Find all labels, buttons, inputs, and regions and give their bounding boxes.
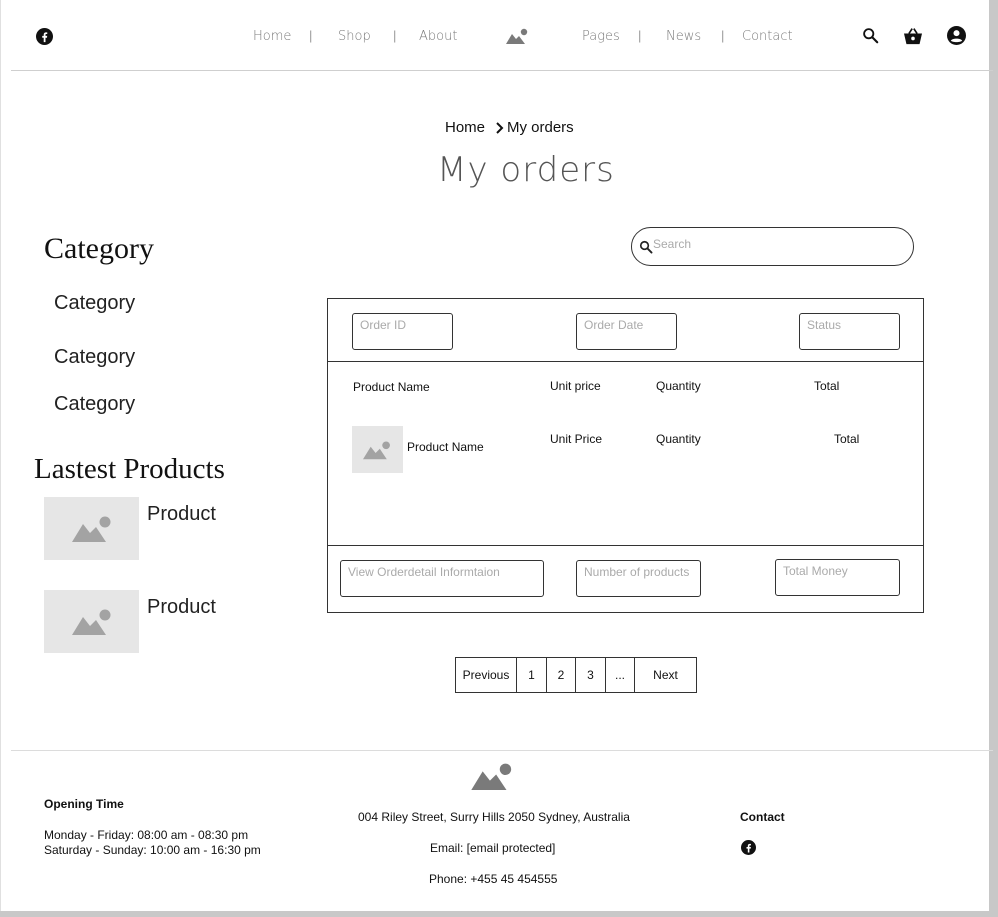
footer-email[interactable]: Email: [email protected] bbox=[430, 841, 555, 855]
logo-icon[interactable] bbox=[506, 28, 528, 44]
facebook-icon[interactable] bbox=[741, 840, 756, 855]
nav-pages[interactable]: Pages bbox=[582, 29, 620, 44]
search-icon[interactable] bbox=[862, 27, 879, 44]
opening-weekend: Saturday - Sunday: 10:00 am - 16:30 pm bbox=[44, 843, 261, 857]
account-circle-icon[interactable] bbox=[947, 26, 966, 45]
nav-about[interactable]: About bbox=[419, 29, 457, 44]
category-heading: Category bbox=[44, 232, 154, 265]
column-header-product-name: Product Name bbox=[353, 380, 430, 394]
image-placeholder-icon bbox=[363, 441, 390, 460]
image-placeholder-icon bbox=[72, 516, 111, 542]
footer-logo-icon[interactable] bbox=[471, 761, 513, 790]
total-money-field[interactable]: Total Money bbox=[775, 559, 900, 596]
search-input[interactable] bbox=[653, 237, 903, 251]
header-divider bbox=[11, 70, 993, 71]
nav-separator: | bbox=[309, 28, 313, 43]
previous-button[interactable]: Previous bbox=[456, 658, 517, 692]
orders-table: Order ID Order Date Status Product Name … bbox=[327, 298, 924, 613]
page-ellipsis: ... bbox=[606, 658, 635, 692]
product-thumbnail[interactable] bbox=[44, 497, 139, 560]
nav-home[interactable]: Home bbox=[253, 29, 291, 44]
search-icon bbox=[639, 240, 653, 254]
status-field[interactable]: Status bbox=[799, 313, 900, 350]
breadcrumb-current: My orders bbox=[507, 119, 574, 136]
pagination: Previous 1 2 3 ... Next bbox=[455, 657, 697, 693]
table-divider bbox=[328, 361, 923, 362]
category-item[interactable]: Category bbox=[54, 393, 135, 416]
next-button[interactable]: Next bbox=[635, 658, 696, 692]
opening-time-title: Opening Time bbox=[44, 797, 124, 811]
footer-phone: Phone: +455 45 454555 bbox=[429, 872, 558, 886]
contact-title: Contact bbox=[740, 810, 785, 824]
latest-products-heading: Lastest Products bbox=[34, 453, 225, 485]
row-total: Total bbox=[834, 432, 860, 446]
row-unit-price: Unit Price bbox=[550, 432, 603, 446]
footer-divider bbox=[11, 750, 993, 751]
page-button-3[interactable]: 3 bbox=[576, 658, 606, 692]
product-thumbnail[interactable] bbox=[44, 590, 139, 653]
opening-weekday: Monday - Friday: 08:00 am - 08:30 pm bbox=[44, 828, 249, 842]
category-item[interactable]: Category bbox=[54, 292, 135, 315]
order-id-field[interactable]: Order ID bbox=[352, 313, 453, 350]
column-header-total: Total bbox=[814, 379, 840, 393]
page-button-1[interactable]: 1 bbox=[517, 658, 547, 692]
facebook-icon[interactable] bbox=[36, 28, 53, 45]
footer-address: 004 Riley Street, Surry Hills 2050 Sydne… bbox=[358, 810, 630, 824]
chevron-right-icon bbox=[496, 122, 504, 134]
column-header-quantity: Quantity bbox=[656, 379, 701, 393]
search-box[interactable] bbox=[631, 227, 914, 266]
basket-icon[interactable] bbox=[903, 27, 923, 45]
table-divider bbox=[328, 545, 923, 546]
nav-shop[interactable]: Shop bbox=[338, 29, 371, 44]
nav-separator: | bbox=[721, 28, 725, 43]
page: Home | Shop | About Pages | News | Conta… bbox=[0, 0, 993, 911]
product-label[interactable]: Product bbox=[147, 596, 216, 619]
view-order-detail-field[interactable]: View Orderdetail Informtaion bbox=[340, 560, 544, 597]
nav-separator: | bbox=[638, 28, 642, 43]
image-placeholder-icon bbox=[72, 609, 111, 635]
row-quantity: Quantity bbox=[656, 432, 701, 446]
number-of-products-field[interactable]: Number of products bbox=[576, 560, 701, 597]
breadcrumb-home[interactable]: Home bbox=[445, 119, 485, 136]
row-product-thumbnail[interactable] bbox=[352, 426, 403, 473]
page-title: My orders bbox=[437, 150, 615, 190]
nav-news[interactable]: News bbox=[666, 29, 701, 44]
category-item[interactable]: Category bbox=[54, 346, 135, 369]
order-date-field[interactable]: Order Date bbox=[576, 313, 677, 350]
nav-contact[interactable]: Contact bbox=[742, 29, 793, 44]
nav-separator: | bbox=[393, 28, 397, 43]
page-button-2[interactable]: 2 bbox=[547, 658, 576, 692]
column-header-unit-price: Unit price bbox=[550, 379, 601, 393]
row-product-name[interactable]: Product Name bbox=[407, 440, 484, 454]
product-label[interactable]: Product bbox=[147, 503, 216, 526]
